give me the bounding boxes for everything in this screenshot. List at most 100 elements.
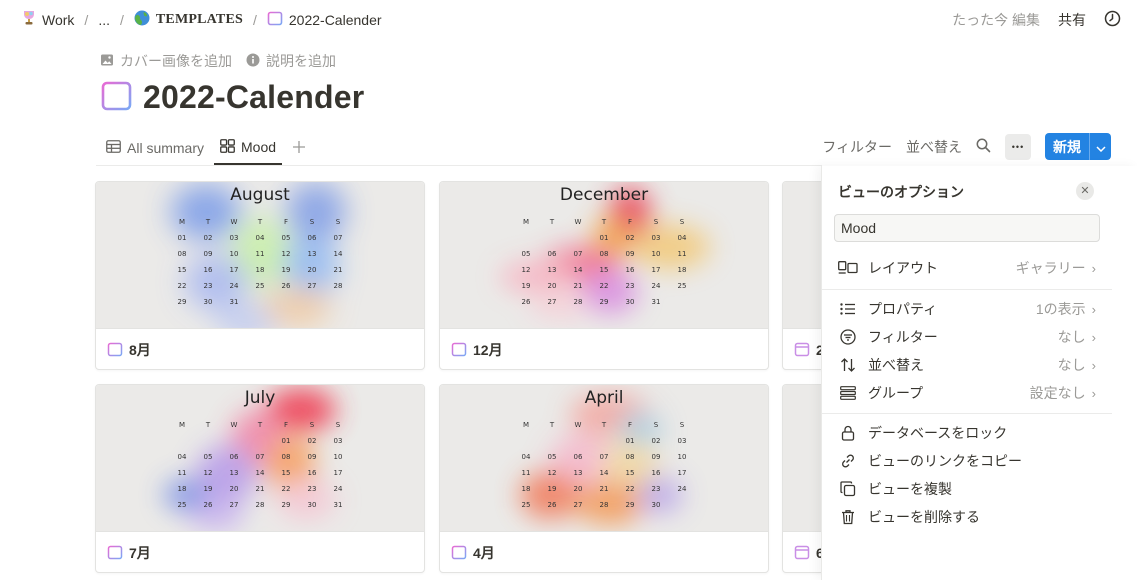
add-description-button[interactable]: 説明を追加 — [246, 51, 336, 71]
option-group[interactable]: グループ 設定なし › — [838, 379, 1096, 407]
chevron-right-icon: › — [1091, 301, 1096, 317]
option-layout[interactable]: レイアウト ギャラリー › — [838, 254, 1096, 282]
gallery-icon — [220, 138, 235, 156]
breadcrumb-separator: / — [253, 11, 257, 28]
day-number: 24 — [333, 485, 343, 493]
calendar-icon — [107, 341, 123, 360]
gallery-card[interactable]: July M T W T F S S 01 02 03 04 05 06 07 08 09 10 11 12 13 14… — [95, 384, 425, 573]
new-button[interactable]: 新規 — [1045, 133, 1089, 160]
option-properties[interactable]: プロパティ 1の表示 › — [838, 295, 1096, 323]
chevron-right-icon: › — [1091, 329, 1096, 345]
day-number: 11 — [177, 469, 187, 477]
day-number: 05 — [521, 250, 531, 258]
gallery-card[interactable]: December M T W T F S S 01 02 03 04 05 06 07 08 09 10 11 12… — [439, 181, 769, 370]
view-options-panel: ビューのオプション ✕ Mood レイアウト ギャラリー › プロパティ 1の表… — [821, 166, 1137, 580]
gallery-card[interactable]: August M T W T F S S 01 02 03 04 05 06 07 08 09 10 11 12 13… — [95, 181, 425, 370]
day-number: 08 — [625, 453, 635, 461]
card-cover: July M T W T F S S 01 02 03 04 05 06 07 08 09 10 11 12 13 14… — [96, 385, 424, 532]
weekday-label: S — [653, 218, 659, 226]
info-icon — [246, 53, 260, 70]
search-icon[interactable] — [976, 138, 991, 156]
day-number: 27 — [573, 501, 583, 509]
breadcrumb-work[interactable]: Work — [20, 10, 76, 29]
empty-day-cell — [539, 230, 565, 246]
card-cover: December M T W T F S S 01 02 03 04 05 06 07 08 09 10 11 12… — [440, 182, 768, 329]
weekday-label: F — [627, 218, 633, 226]
view-name-input[interactable]: Mood — [834, 214, 1100, 242]
card-title-row: 7月 — [96, 532, 424, 572]
breadcrumb-label: TEMPLATES — [155, 11, 243, 27]
action-delete-view[interactable]: ビューを削除する — [838, 503, 1096, 531]
day-number: 18 — [521, 485, 531, 493]
breadcrumb-templates[interactable]: TEMPLATES — [132, 10, 245, 29]
weekday-label: T — [205, 218, 211, 226]
option-value: ギャラリー — [1015, 260, 1086, 276]
page-title[interactable]: 2022-Calender — [143, 79, 364, 116]
gallery-card[interactable]: April M T W T F S S 01 02 03 04 05 06 07 08 09 10 11 12 13 1… — [439, 384, 769, 573]
day-number: 20 — [573, 485, 583, 493]
breadcrumb-label: 2022-Calender — [288, 11, 382, 28]
tab-all-summary[interactable]: All summary — [100, 131, 210, 165]
weekday-label: M — [178, 218, 186, 226]
day-number: 23 — [203, 282, 213, 290]
duplicate-icon — [838, 481, 858, 497]
option-value: なし — [1057, 329, 1086, 345]
card-title-row: 8月 — [96, 329, 424, 369]
day-number: 11 — [521, 469, 531, 477]
day-number: 23 — [307, 485, 317, 493]
breadcrumb-ellipsis[interactable]: ... — [96, 12, 112, 28]
day-number: 24 — [677, 485, 687, 493]
day-number: 13 — [573, 469, 583, 477]
last-edited-text: たった今 編集 — [952, 12, 1040, 28]
calendar-icon[interactable] — [101, 78, 133, 117]
weekday-label: S — [309, 421, 315, 429]
day-number: 15 — [599, 266, 609, 274]
add-cover-button[interactable]: カバー画像を追加 — [100, 51, 232, 71]
clock-icon[interactable] — [1104, 10, 1121, 30]
day-number: 03 — [651, 234, 661, 242]
day-number: 21 — [573, 282, 583, 290]
option-sort[interactable]: 並べ替え なし › — [838, 351, 1096, 379]
new-dropdown-button[interactable] — [1089, 133, 1111, 160]
day-number: 12 — [521, 266, 531, 274]
new-button-group: 新規 — [1045, 133, 1111, 160]
option-filter[interactable]: フィルター なし › — [838, 323, 1096, 351]
breadcrumb: Work / ... / TEMPLATES / 2022-Calender — [20, 10, 384, 29]
plus-icon — [292, 137, 306, 160]
sort-button[interactable]: 並べ替え — [906, 137, 962, 157]
weekday-label: T — [601, 421, 607, 429]
action-lock-database[interactable]: データベースをロック — [838, 419, 1096, 447]
day-number: 18 — [177, 485, 187, 493]
calendar-icon — [267, 10, 283, 29]
day-number: 28 — [573, 298, 583, 306]
day-number: 05 — [547, 453, 557, 461]
sort-icon — [838, 357, 858, 373]
month-grid: M T W T F S S 01 02 03 04 05 06 07 08 09 10 11 12 13 14 15 16 1… — [169, 417, 351, 513]
day-number: 31 — [229, 298, 239, 306]
action-duplicate-view[interactable]: ビューを複製 — [838, 475, 1096, 503]
breadcrumb-current-page[interactable]: 2022-Calender — [265, 10, 384, 29]
add-view-button[interactable] — [286, 131, 312, 165]
action-label: ビューを複製 — [868, 481, 952, 497]
share-button[interactable]: 共有 — [1058, 10, 1086, 30]
day-number: 11 — [677, 250, 687, 258]
tabs-divider — [96, 165, 822, 166]
day-number: 06 — [547, 250, 557, 258]
filter-button[interactable]: フィルター — [822, 137, 892, 157]
day-number: 04 — [255, 234, 265, 242]
day-number: 24 — [651, 282, 661, 290]
weekday-label: S — [335, 421, 341, 429]
day-number: 13 — [547, 266, 557, 274]
month-grid: M T W T F S S 01 02 03 04 05 06 07 08 09 10 11 12 13 14 15 16 1… — [513, 417, 695, 513]
day-number: 21 — [333, 266, 343, 274]
more-options-button[interactable]: ••• — [1005, 133, 1031, 160]
weekday-label: S — [335, 218, 341, 226]
tab-mood[interactable]: Mood — [214, 131, 283, 165]
add-description-label: 説明を追加 — [266, 53, 336, 69]
weekday-label: F — [283, 218, 289, 226]
action-copy-link[interactable]: ビューのリンクをコピー — [838, 447, 1096, 475]
day-number: 22 — [625, 485, 635, 493]
close-icon[interactable]: ✕ — [1076, 182, 1094, 200]
day-number: 12 — [547, 469, 557, 477]
view-toolbar: フィルター 並べ替え ••• 新規 — [822, 133, 1111, 160]
